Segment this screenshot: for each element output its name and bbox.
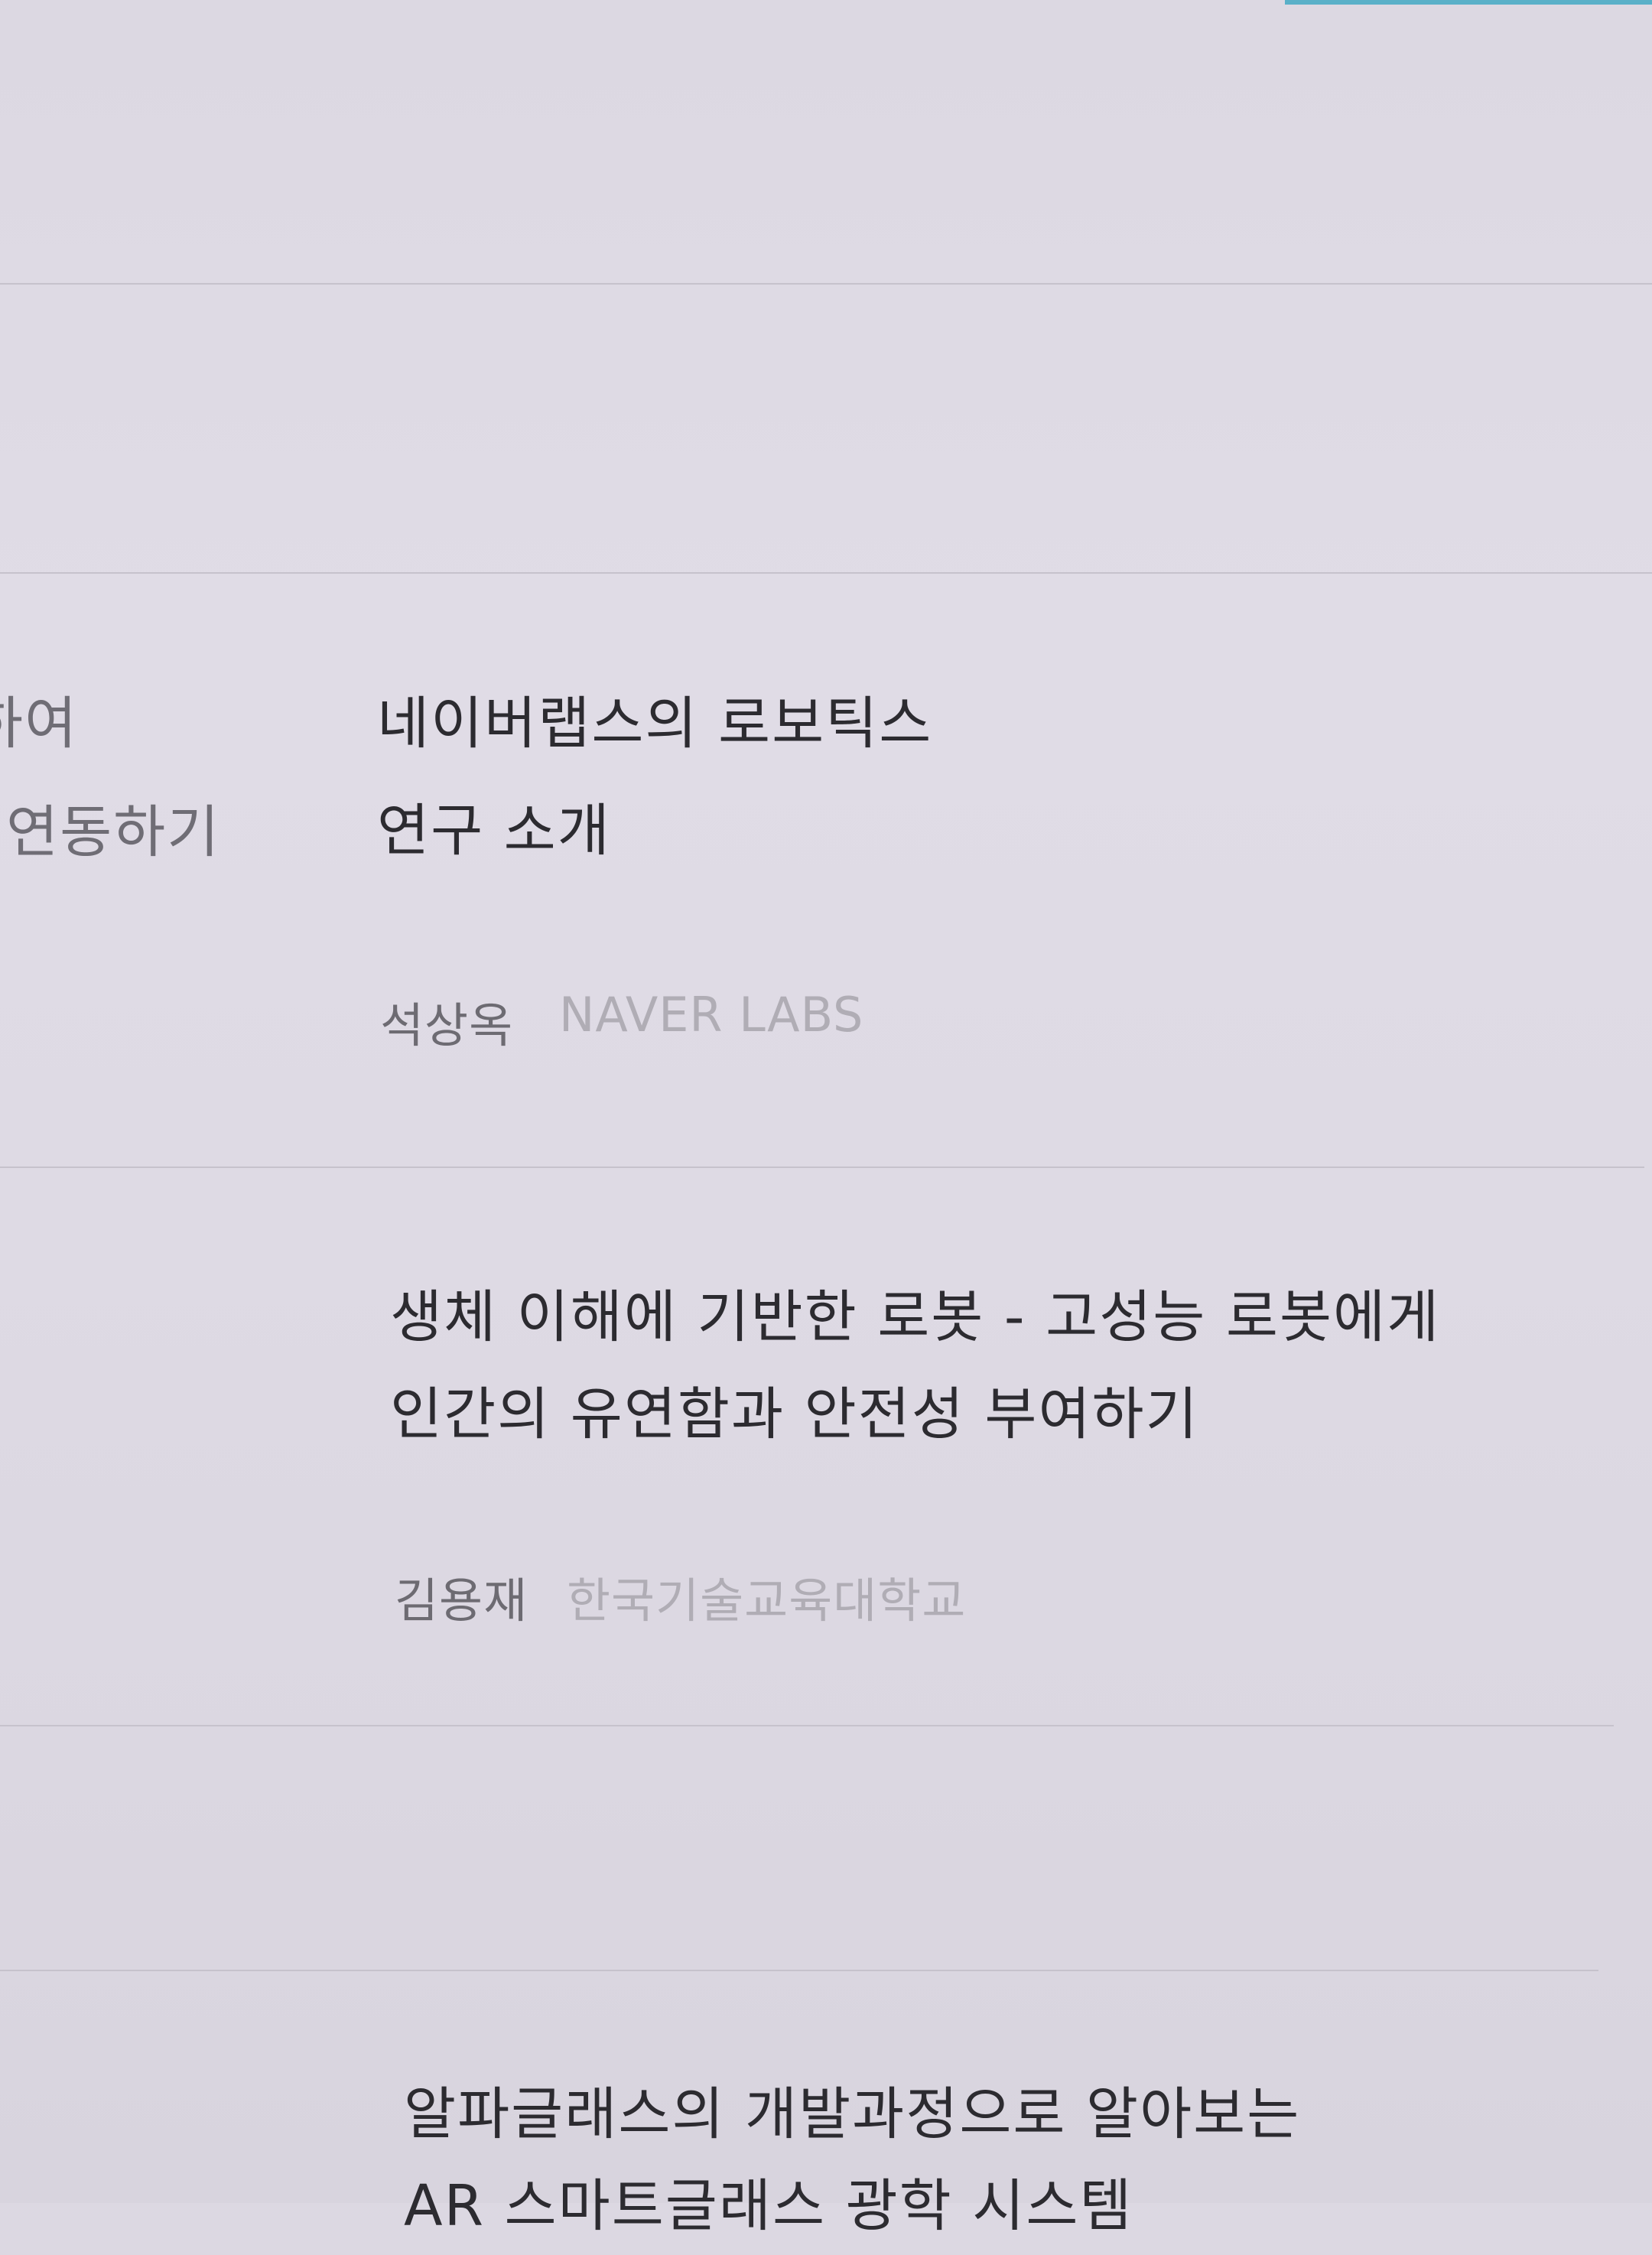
session-2-speaker: 김용재 xyxy=(395,1573,528,1629)
session-1-title-line1: 네이버랩스의 로보틱스 xyxy=(377,691,933,757)
divider-5 xyxy=(0,1970,1598,1971)
session-1-title-line2: 연구 소개 xyxy=(377,798,611,864)
divider-1 xyxy=(0,283,1652,285)
top-accent-bar xyxy=(1285,0,1652,5)
session-3-title-line2: AR 스마트글래스 광학 시스템 xyxy=(404,2173,1133,2239)
session-2-affiliation: 한국기술교육대학교 xyxy=(567,1573,967,1629)
session-3-title-line1: 알파글래스의 개발과정으로 알아보는 xyxy=(404,2081,1301,2147)
left-column-fragment-line1: 하여 xyxy=(0,691,79,757)
divider-4 xyxy=(0,1725,1614,1726)
paper-background xyxy=(0,0,1652,2203)
session-2-title-line2: 인간의 유연함과 안전성 부여하기 xyxy=(390,1381,1199,1447)
session-1-speaker: 석상옥 xyxy=(380,997,514,1053)
divider-2 xyxy=(0,572,1652,574)
session-2-title-line1: 생체 이해에 기반한 로봇 - 고성능 로봇에게 xyxy=(390,1284,1441,1350)
session-1-affiliation: NAVER LABS xyxy=(559,987,864,1043)
divider-3 xyxy=(0,1167,1644,1168)
left-column-fragment-line2: 연동하기 xyxy=(6,799,221,865)
